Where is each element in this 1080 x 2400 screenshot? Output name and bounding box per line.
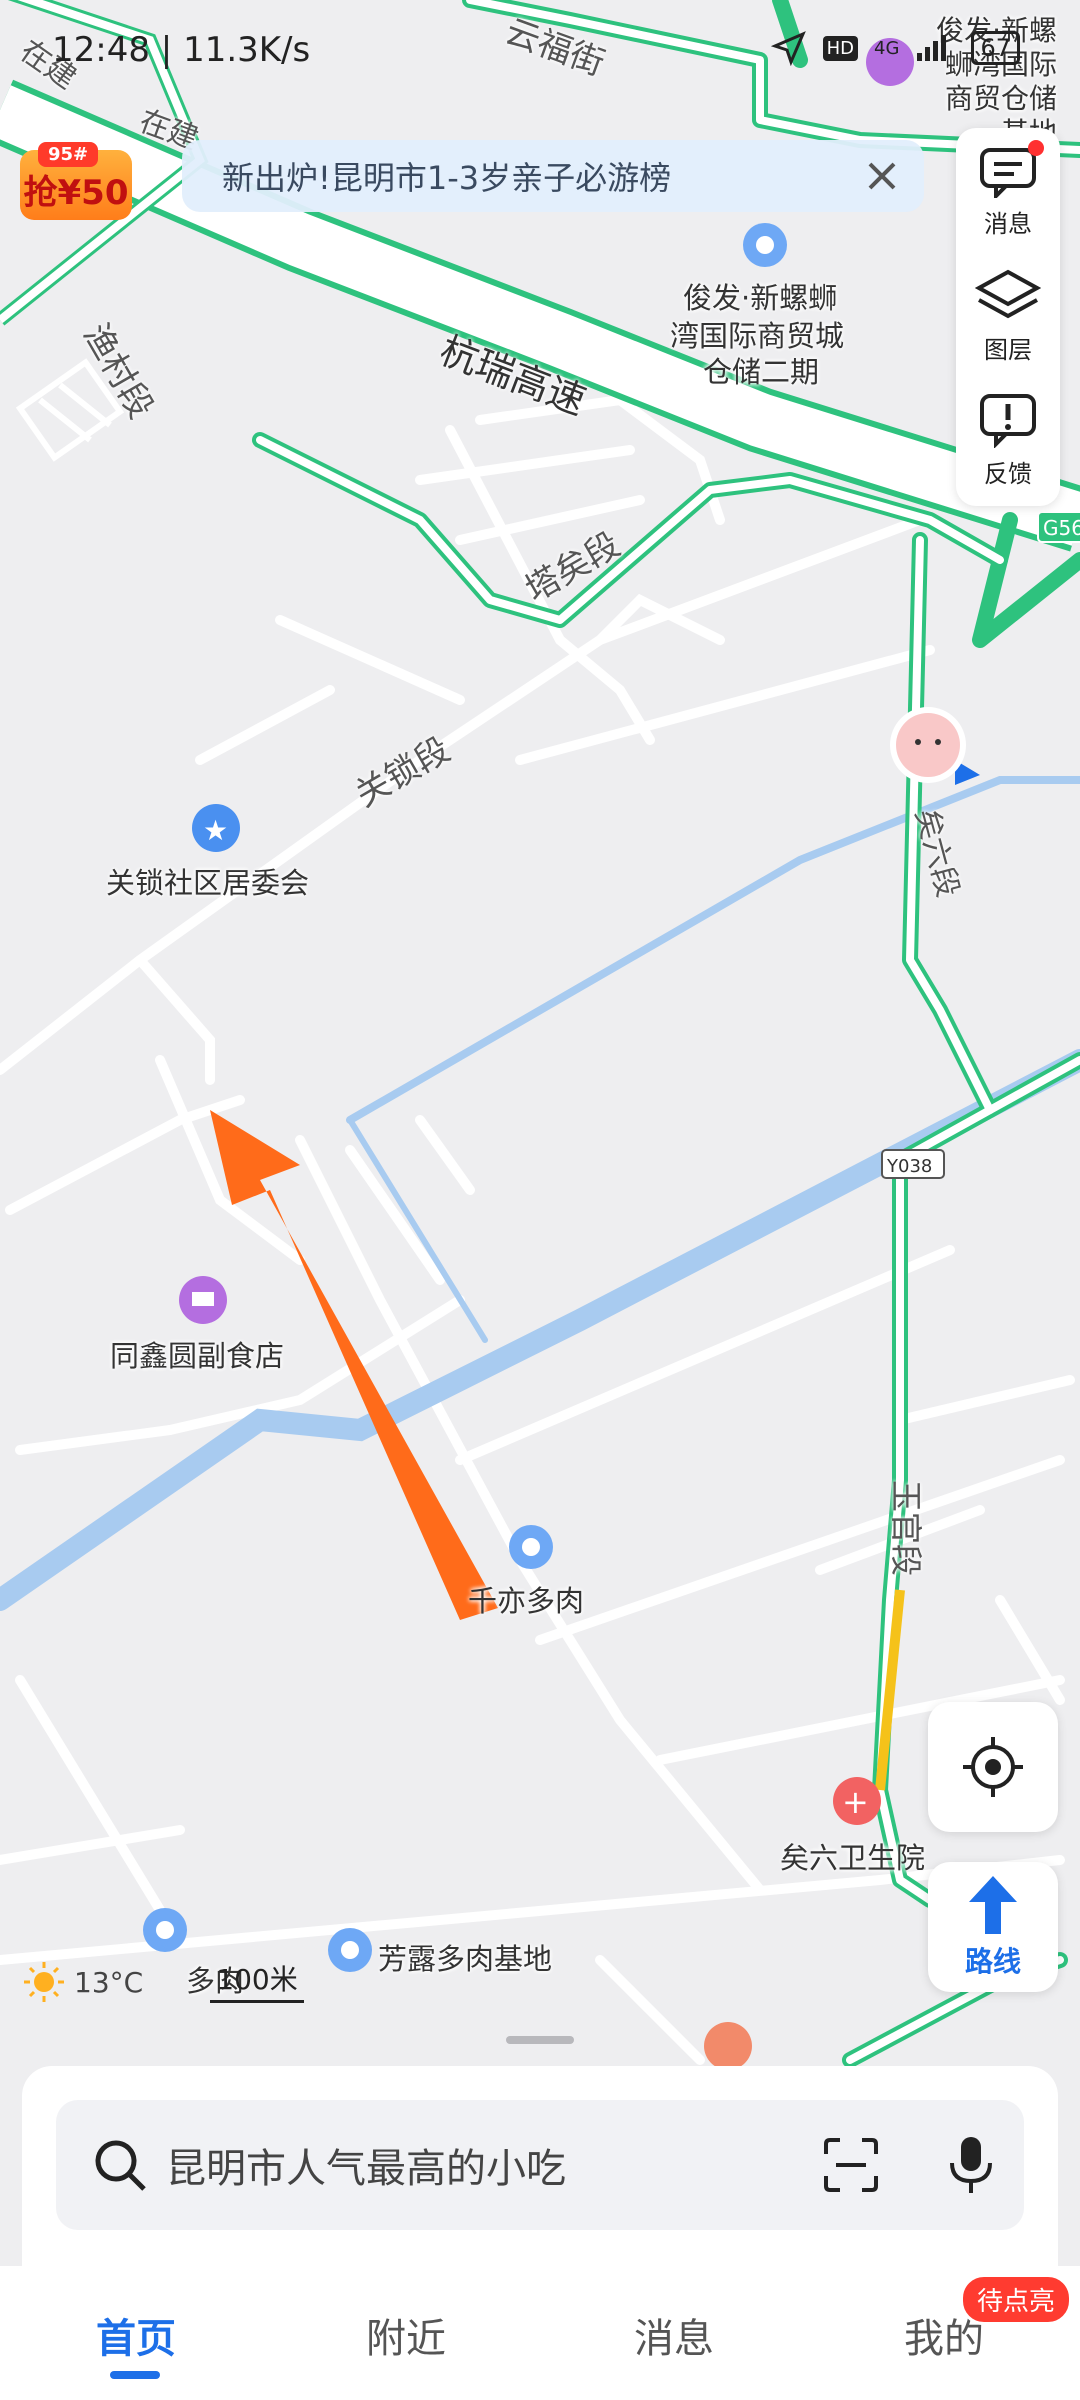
- map-scale: 100米: [210, 1958, 304, 2003]
- feedback-icon: [980, 393, 1036, 448]
- route-arrow-icon: [969, 1876, 1017, 1934]
- coupon-text: 抢¥50: [23, 173, 129, 213]
- svg-text:G56: G56: [1043, 516, 1080, 540]
- messages-label: 消息: [984, 209, 1032, 238]
- promo-banner-text: 新出炉!昆明市1-3岁亲子必游榜: [222, 159, 672, 197]
- poi-junfa-line1[interactable]: 俊发·新螺蛳: [683, 275, 837, 317]
- bottom-tab-bar: 首页 附近 消息 我的: [0, 2266, 1080, 2400]
- close-icon[interactable]: [860, 154, 904, 198]
- promo-banner[interactable]: 新出炉!昆明市1-3岁亲子必游榜: [182, 140, 924, 212]
- weather-widget[interactable]: 13°C: [22, 1960, 143, 2004]
- sun-icon: [24, 1962, 64, 2002]
- feedback-label: 反馈: [984, 459, 1032, 488]
- layers-label: 图层: [984, 335, 1032, 364]
- locate-me-button[interactable]: [928, 1702, 1058, 1832]
- pin-junfa: [743, 223, 787, 267]
- layers-button[interactable]: 图层: [956, 256, 1060, 376]
- pin-qianyi: [509, 1525, 553, 1569]
- coupon-fuel-grade: 95#: [38, 142, 99, 167]
- tab-mine-badge: 待点亮: [960, 2274, 1073, 2325]
- route-button[interactable]: 路线: [928, 1862, 1058, 1992]
- signal-icon: [917, 35, 947, 61]
- search-bar[interactable]: 昆明市人气最高的小吃: [56, 2100, 1024, 2230]
- tab-messages[interactable]: 消息: [594, 2306, 754, 2364]
- status-icons: HD 4G 67: [770, 30, 1020, 66]
- svg-text:+: +: [842, 1783, 869, 1821]
- unread-dot: [1028, 140, 1044, 156]
- scan-icon[interactable]: [822, 2136, 880, 2194]
- status-bar: 12:48 | 11.3K/s HD 4G 67: [0, 0, 1080, 100]
- y038-shield: Y038: [881, 1149, 945, 1179]
- poi-tongxin[interactable]: 同鑫圆副食店: [110, 1333, 284, 1375]
- pin-fanglu: [328, 1928, 372, 1972]
- pin-bottom-left: [143, 1908, 187, 1952]
- svg-text:★: ★: [203, 814, 228, 847]
- g56-shield: G56: [1037, 511, 1080, 543]
- pin-tongxin: [179, 1276, 227, 1324]
- route-label: 路线: [964, 1945, 1021, 1978]
- road-label-yuguan: 玉官段: [887, 1479, 926, 1577]
- messages-button[interactable]: 消息: [956, 132, 1060, 252]
- poi-fanglu[interactable]: 芳露多肉基地: [378, 1936, 552, 1978]
- weather-temp: 13°C: [74, 1965, 144, 1999]
- tab-home-indicator: [110, 2371, 160, 2379]
- search-icon: [95, 2140, 146, 2191]
- pin-hospital: +: [833, 1777, 881, 1825]
- crosshair-icon: [963, 1737, 1023, 1797]
- message-icon: [980, 147, 1036, 198]
- poi-junfa-line3[interactable]: 仓储二期: [703, 349, 819, 391]
- battery-icon: 67: [971, 31, 1020, 65]
- tab-nearby[interactable]: 附近: [326, 2306, 486, 2364]
- status-time: 12:48 | 11.3K/s: [52, 30, 311, 70]
- map-tools-panel: 消息 图层 反馈: [956, 128, 1060, 506]
- pin-temple: [704, 2022, 752, 2070]
- search-input[interactable]: 昆明市人气最高的小吃: [166, 2136, 566, 2194]
- location-arrow-icon: [770, 31, 806, 66]
- feedback-button[interactable]: 反馈: [956, 380, 1060, 500]
- poi-yiliu-hospital[interactable]: 矣六卫生院: [780, 1835, 925, 1877]
- microphone-icon[interactable]: [946, 2133, 996, 2197]
- layers-icon: [975, 269, 1041, 318]
- network-label: 4G: [874, 37, 900, 59]
- fuel-coupon-badge[interactable]: 95# 抢¥50: [20, 142, 132, 220]
- poi-qianyi[interactable]: 千亦多肉: [468, 1578, 584, 1620]
- sheet-drag-handle[interactable]: [506, 2036, 574, 2044]
- hd-icon: HD: [822, 35, 859, 61]
- tab-home[interactable]: 首页: [56, 2306, 216, 2364]
- pin-guansuo: ★: [192, 804, 240, 852]
- poi-guansuo[interactable]: 关锁社区居委会: [106, 860, 309, 902]
- svg-text:Y038: Y038: [886, 1156, 932, 1177]
